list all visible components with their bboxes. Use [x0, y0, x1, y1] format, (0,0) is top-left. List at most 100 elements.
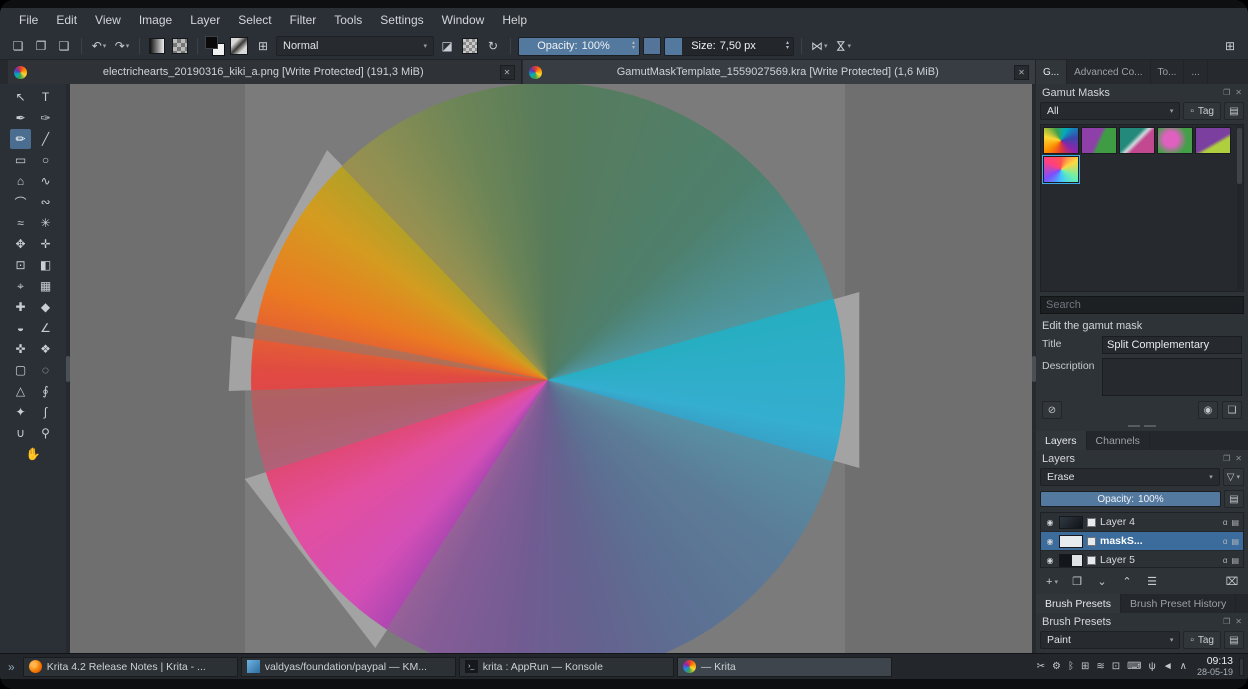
mirror-vertical-button[interactable]: ⋈ ▾ — [833, 36, 854, 56]
task-konsole[interactable]: ›_ krita : AppRun — Konsole — [458, 656, 674, 677]
dynamic-brush-tool[interactable]: ≈ — [10, 213, 31, 233]
undo-button[interactable]: ↶ ▾ — [89, 36, 109, 56]
docker-float-icon[interactable]: ❐ — [1223, 454, 1230, 463]
tab-close-button[interactable]: ✕ — [499, 64, 515, 80]
settings-tray-icon[interactable]: ⚙ — [1052, 661, 1061, 672]
colorize-mask-tool[interactable]: ◒ — [10, 318, 31, 338]
transform-tool[interactable]: ✥ — [10, 234, 31, 254]
canvas-area[interactable] — [70, 84, 1032, 653]
bezier-curve-tool[interactable]: ⌒ — [10, 192, 31, 212]
fg-bg-color-selector[interactable] — [205, 36, 225, 56]
redo-button[interactable]: ↷ ▾ — [112, 36, 132, 56]
layer-row-layer4[interactable]: ◉ Layer 4 α ▤ — [1041, 513, 1243, 532]
gradient-chooser-button[interactable] — [147, 36, 167, 56]
smart-patch-tool[interactable]: ✚ — [10, 297, 31, 317]
size-spinner[interactable]: ▴ ▾ — [782, 40, 793, 51]
layer-options-icon[interactable]: ▤ — [1224, 490, 1244, 508]
docker-tab-advanced-color[interactable]: Advanced Co... — [1067, 60, 1151, 84]
clipboard-tray-icon[interactable]: ✂ — [1037, 661, 1045, 672]
blend-mode-dropdown[interactable]: Normal ▾ — [276, 36, 434, 56]
display-tray-icon[interactable]: ⊡ — [1112, 661, 1120, 672]
crop-tool[interactable]: ⊡ — [10, 255, 31, 275]
tab-brush-presets[interactable]: Brush Presets — [1036, 594, 1121, 613]
brush-filter-dropdown[interactable]: Paint ▾ — [1040, 631, 1181, 649]
color-sampler-tool[interactable]: ⌖ — [10, 276, 31, 296]
bezier-select-tool[interactable]: ∫ — [35, 402, 56, 422]
tag-filter-button[interactable]: ▫ Tag — [1183, 102, 1221, 120]
mask-title-input[interactable] — [1102, 336, 1242, 354]
add-layer-button[interactable]: + ▾ — [1041, 573, 1063, 590]
task-firefox[interactable]: Krita 4.2 Release Notes | Krita - ... — [22, 656, 238, 677]
move-layer-up-button[interactable]: ⌃ — [1116, 573, 1138, 590]
gamut-mask-preset-5[interactable] — [1195, 127, 1231, 154]
layer-filter-button[interactable]: ▽ ▾ — [1222, 468, 1244, 486]
brush-preset-chooser-button[interactable] — [228, 36, 250, 56]
layer-row-masks[interactable]: ◉ maskS... α ▤ — [1041, 532, 1243, 551]
freehand-brush-tool[interactable]: ✏ — [10, 129, 31, 149]
new-document-button[interactable]: ❏ — [8, 36, 28, 56]
scrollbar-handle[interactable] — [1237, 128, 1242, 184]
reload-preset-button[interactable]: ↻ — [483, 36, 503, 56]
alpha-inherit-icon[interactable]: α — [1223, 518, 1228, 527]
zoom-tool[interactable]: ⚲ — [35, 423, 56, 443]
usb-tray-icon[interactable]: ψ — [1149, 661, 1156, 672]
duplicate-layer-button[interactable]: ❐ — [1066, 573, 1088, 590]
document-tab-gamut-template[interactable]: GamutMaskTemplate_1559027569.kra [Write … — [522, 60, 1036, 84]
docker-tab-tools[interactable]: To... — [1151, 60, 1185, 84]
visibility-eye-icon[interactable]: ◉ — [1045, 518, 1055, 527]
freehand-path-tool[interactable]: ∾ — [35, 192, 56, 212]
move-layer-down-button[interactable]: ⌄ — [1091, 573, 1113, 590]
splitter-grip[interactable] — [1032, 355, 1036, 382]
layer-opacity-slider[interactable]: Opacity: 100% — [1040, 491, 1221, 507]
tab-brush-preset-history[interactable]: Brush Preset History — [1121, 594, 1237, 613]
layer-properties-button[interactable]: ☰ — [1141, 573, 1163, 590]
menu-item[interactable]: Window — [433, 8, 494, 33]
menu-item[interactable]: Edit — [47, 8, 86, 33]
alpha-inherit-icon[interactable]: α — [1223, 556, 1228, 565]
open-document-button[interactable]: ❐ — [31, 36, 51, 56]
volume-tray-icon[interactable]: ◄ — [1163, 661, 1173, 672]
bluetooth-tray-icon[interactable]: ᛒ — [1068, 661, 1074, 672]
preview-mask-button[interactable]: ◉ — [1198, 401, 1218, 419]
gamut-filter-dropdown[interactable]: All ▾ — [1040, 102, 1181, 120]
multibrush-tool[interactable]: ✳ — [35, 213, 56, 233]
docker-close-icon[interactable]: ✕ — [1235, 454, 1242, 463]
docker-close-icon[interactable]: ✕ — [1235, 617, 1242, 626]
task-kmail[interactable]: valdyas/foundation/paypal — KM... — [240, 656, 456, 677]
line-tool[interactable]: ╱ — [35, 129, 56, 149]
docker-tab-gamut-masks[interactable]: G... — [1036, 60, 1068, 84]
move-tool[interactable]: ✛ — [35, 234, 56, 254]
brush-tag-button[interactable]: ▫ Tag — [1183, 631, 1221, 649]
mirror-horizontal-button[interactable]: ⋈ ▾ — [809, 36, 830, 56]
polygon-tool[interactable]: ⌂ — [10, 171, 31, 191]
mask-description-input[interactable] — [1102, 358, 1242, 396]
network-tray-icon[interactable]: ≋ — [1096, 661, 1104, 672]
menu-item[interactable]: Help — [493, 8, 536, 33]
measure-tool[interactable]: ∠ — [35, 318, 56, 338]
preset-scrollbar[interactable] — [1237, 126, 1242, 290]
gamut-mask-preset-3[interactable] — [1119, 127, 1155, 154]
layer-row-layer5[interactable]: ◉ Layer 5 α ▤ — [1041, 551, 1243, 567]
save-button[interactable]: ❑ — [54, 36, 74, 56]
gamut-mask-preset-1[interactable] — [1043, 127, 1079, 154]
gamut-mask-preset-2[interactable] — [1081, 127, 1117, 154]
menu-item[interactable]: View — [86, 8, 130, 33]
clear-mask-button[interactable]: ⊘ — [1042, 401, 1062, 419]
panel-hide-handle[interactable] — [1239, 657, 1244, 676]
keyboard-tray-icon[interactable]: ⌨ — [1127, 661, 1141, 672]
gamut-mask-preset-split-complementary[interactable] — [1042, 155, 1080, 184]
preserve-alpha-button[interactable] — [460, 36, 480, 56]
alpha-inherit-icon[interactable]: α — [1223, 537, 1228, 546]
workspace-chooser-button[interactable]: ⊞ — [1220, 36, 1240, 56]
pattern-preview-swatch[interactable] — [643, 37, 661, 55]
layer-style-icon[interactable]: ▤ — [1231, 556, 1239, 565]
layer-style-icon[interactable]: ▤ — [1231, 518, 1239, 527]
docker-tab-more[interactable]: ... — [1184, 60, 1208, 84]
menu-item[interactable]: Image — [130, 8, 181, 33]
menu-item[interactable]: Filter — [281, 8, 326, 33]
brush-size-slider[interactable]: Size: 7,50 px ▴ ▾ — [664, 36, 794, 56]
opacity-spinner[interactable]: ▴ ▾ — [628, 40, 639, 51]
menu-item[interactable]: Select — [229, 8, 280, 33]
edit-shapes-tool[interactable]: ✒ — [10, 108, 31, 128]
expand-tray-icon[interactable]: ∧ — [1180, 661, 1187, 672]
